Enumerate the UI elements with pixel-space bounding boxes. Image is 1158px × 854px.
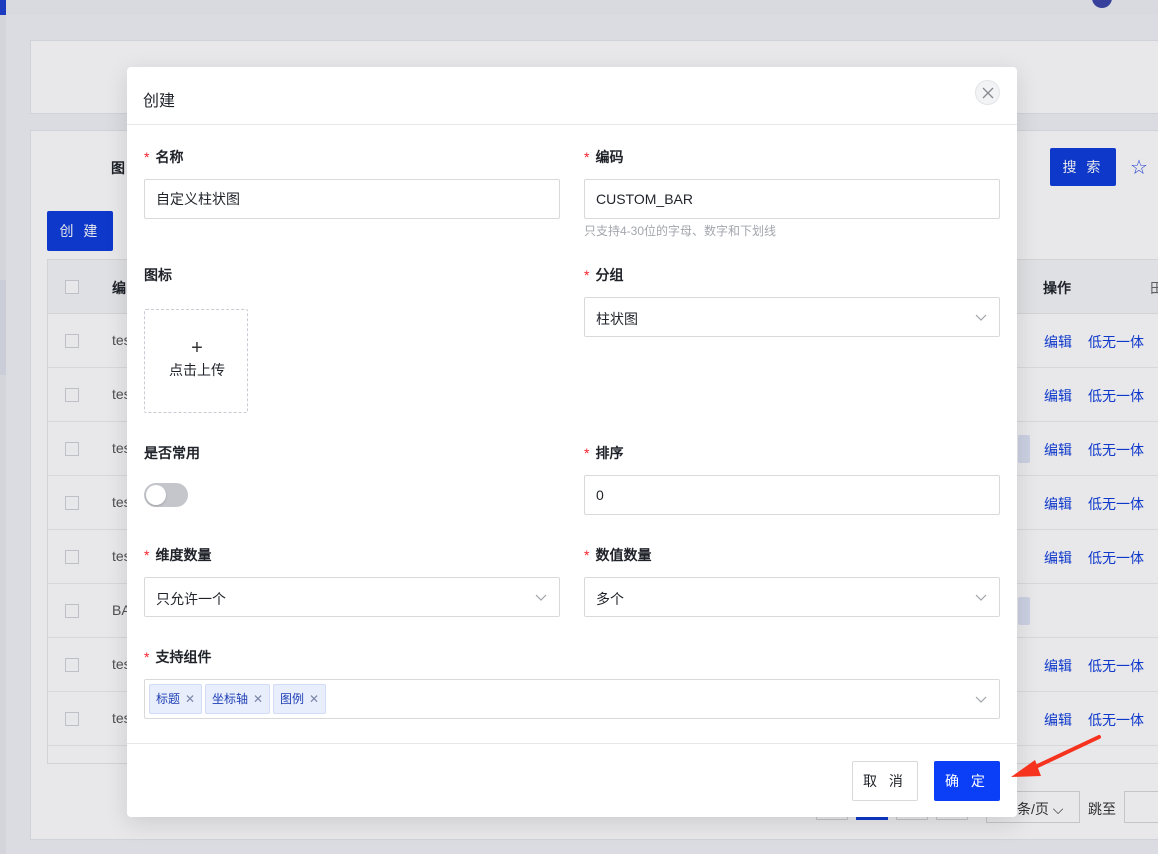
tag-remove-icon[interactable]: ✕ bbox=[309, 685, 319, 713]
required-mark: * bbox=[584, 267, 590, 283]
sort-input[interactable]: 0 bbox=[584, 475, 1000, 515]
dim-count-value: 只允许一个 bbox=[156, 591, 226, 607]
group-select-value: 柱状图 bbox=[596, 311, 638, 327]
chevron-down-icon bbox=[535, 594, 547, 601]
tag-remove-icon[interactable]: ✕ bbox=[253, 685, 263, 713]
code-label-text: 编码 bbox=[595, 149, 624, 165]
required-mark: * bbox=[144, 649, 150, 665]
components-label: * 支持组件 bbox=[144, 647, 211, 667]
required-mark: * bbox=[144, 547, 150, 563]
dialog-title: 创建 bbox=[143, 93, 176, 110]
required-mark: * bbox=[144, 149, 150, 165]
code-hint: 只支持4-30位的字母、数字和下划线 bbox=[584, 224, 777, 238]
upload-text: 点击上传 bbox=[169, 362, 225, 378]
name-label-text: 名称 bbox=[155, 149, 184, 165]
name-input[interactable]: 自定义柱状图 bbox=[144, 179, 560, 219]
required-mark: * bbox=[584, 445, 590, 461]
components-multiselect[interactable]: 标题 ✕ 坐标轴 ✕ 图例 ✕ bbox=[144, 679, 1000, 719]
plus-icon: + bbox=[191, 337, 203, 359]
component-tag-label: 图例 bbox=[280, 692, 305, 706]
value-count-value: 多个 bbox=[596, 591, 624, 607]
close-button[interactable] bbox=[975, 80, 1000, 105]
common-label: 是否常用 bbox=[144, 445, 200, 461]
value-count-select[interactable]: 多个 bbox=[584, 577, 1000, 617]
sort-label: * 排序 bbox=[584, 443, 623, 463]
dim-count-select[interactable]: 只允许一个 bbox=[144, 577, 560, 617]
dim-count-label: * 维度数量 bbox=[144, 545, 211, 565]
icon-upload[interactable]: + 点击上传 bbox=[144, 309, 248, 413]
chevron-down-icon bbox=[975, 314, 987, 321]
tag-remove-icon[interactable]: ✕ bbox=[185, 685, 195, 713]
chevron-down-icon bbox=[975, 594, 987, 601]
components-label-text: 支持组件 bbox=[155, 649, 212, 665]
required-mark: * bbox=[584, 149, 590, 165]
code-label: * 编码 bbox=[584, 147, 623, 167]
component-tag: 图例 ✕ bbox=[273, 684, 327, 714]
annotation-arrow-icon bbox=[1011, 735, 1101, 777]
group-label: * 分组 bbox=[584, 265, 623, 285]
common-toggle[interactable] bbox=[144, 483, 188, 507]
group-label-text: 分组 bbox=[595, 267, 624, 283]
chevron-down-icon bbox=[975, 696, 987, 703]
component-tag-label: 标题 bbox=[156, 692, 181, 706]
cancel-button[interactable]: 取 消 bbox=[852, 761, 918, 801]
sort-label-text: 排序 bbox=[595, 445, 624, 461]
group-select[interactable]: 柱状图 bbox=[584, 297, 1000, 337]
dialog-header: 创建 bbox=[127, 67, 1017, 125]
component-tag: 标题 ✕ bbox=[149, 684, 203, 714]
code-input[interactable]: CUSTOM_BAR bbox=[584, 179, 1000, 219]
icon-label: 图标 bbox=[144, 267, 172, 283]
component-tag-label: 坐标轴 bbox=[212, 692, 249, 706]
value-count-label-text: 数值数量 bbox=[595, 547, 652, 563]
dialog-footer: 取 消 确 定 bbox=[127, 743, 1017, 817]
name-label: * 名称 bbox=[144, 147, 183, 167]
create-dialog: 创建 * 名称 自定义柱状图 * 编码 CUSTOM_BAR 只支持4-30位的字母… bbox=[127, 67, 1017, 817]
dim-count-label-text: 维度数量 bbox=[155, 547, 212, 563]
value-count-label: * 数值数量 bbox=[584, 545, 651, 565]
toggle-knob bbox=[146, 485, 166, 505]
required-mark: * bbox=[584, 547, 590, 563]
confirm-button[interactable]: 确 定 bbox=[934, 761, 1000, 801]
close-icon bbox=[982, 87, 994, 99]
component-tag: 坐标轴 ✕ bbox=[205, 684, 271, 714]
